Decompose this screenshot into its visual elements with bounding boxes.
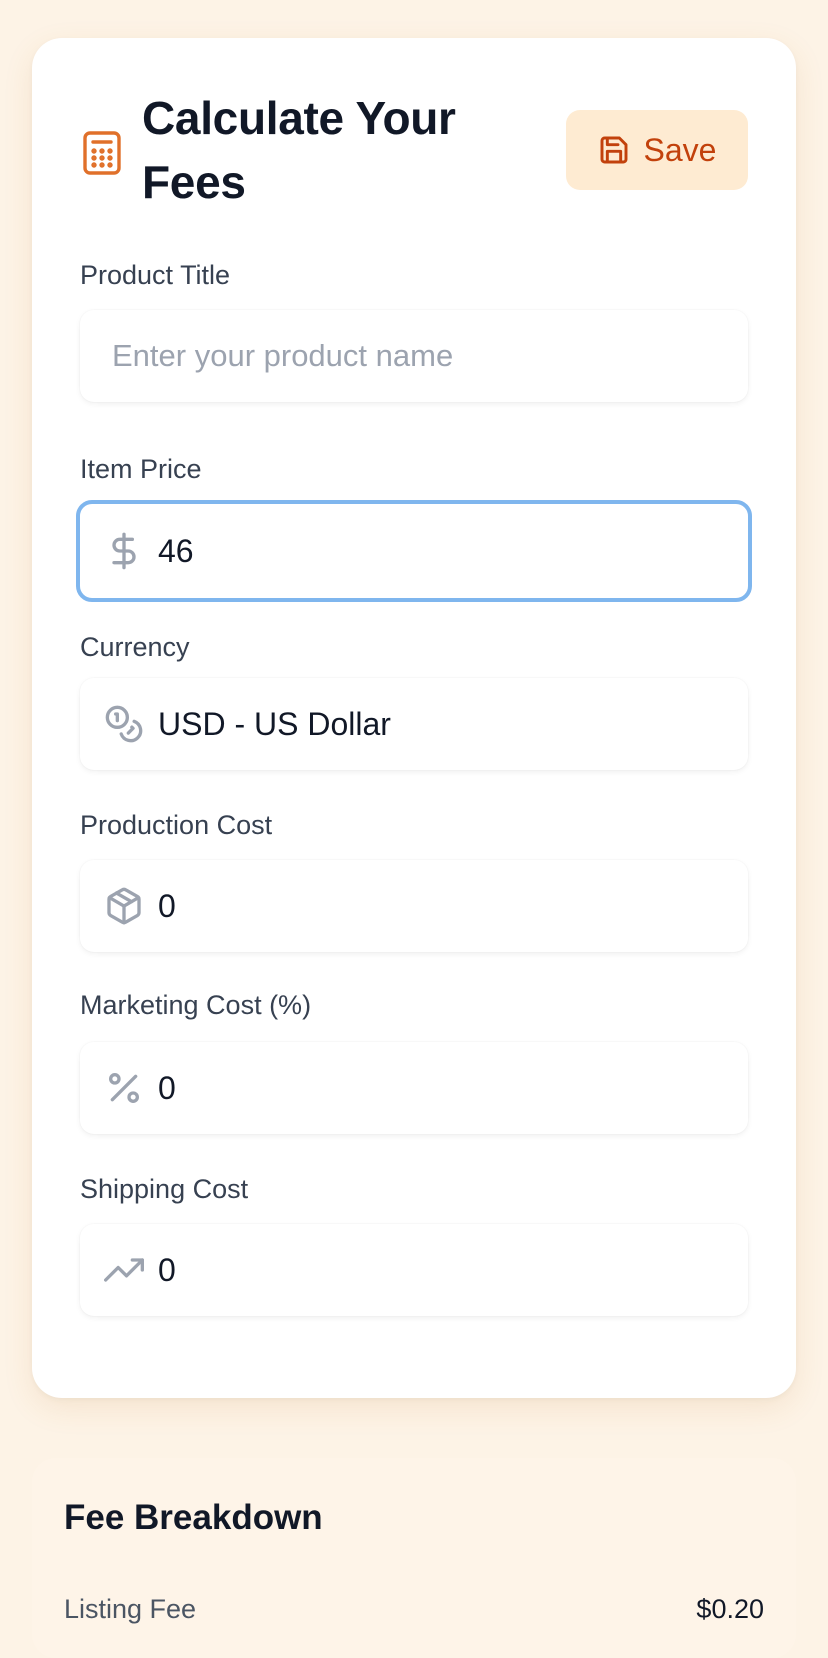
currency-select[interactable]: USD - US Dollar — [80, 678, 748, 770]
production-cost-label: Production Cost — [80, 810, 273, 840]
item-price-value: 46 — [158, 532, 194, 569]
save-icon — [600, 136, 627, 164]
shipping-cost-input[interactable]: 0 — [80, 1224, 748, 1316]
listing-fee-value: $0.20 — [696, 1594, 764, 1624]
dollar-icon — [112, 532, 136, 570]
page-title: Calculate Your Fees — [142, 92, 456, 208]
calculator-icon — [83, 131, 121, 175]
currency-value: USD - US Dollar — [158, 705, 391, 742]
currency-label: Currency — [80, 632, 190, 662]
package-icon — [107, 887, 141, 925]
card-header: Calculate Your Fees Save — [32, 38, 796, 238]
fee-calculator-card: Calculate Your Fees Save Product Title E… — [32, 38, 796, 1398]
trending-up-icon — [104, 1258, 144, 1282]
production-cost-input[interactable]: 0 — [80, 860, 748, 952]
item-price-input[interactable]: 46 — [76, 500, 752, 602]
coins-icon — [105, 705, 143, 743]
save-button-label: Save — [643, 131, 717, 168]
marketing-cost-value: 0 — [158, 1069, 176, 1106]
product-title-label: Product Title — [80, 260, 231, 290]
percent-icon — [109, 1073, 139, 1103]
shipping-cost-value: 0 — [158, 1251, 176, 1288]
product-title-placeholder: Enter your product name — [112, 338, 454, 373]
listing-fee-label: Listing Fee — [64, 1594, 197, 1624]
production-cost-value: 0 — [158, 887, 176, 924]
fee-breakdown-panel: Fee Breakdown Listing Fee $0.20 — [32, 1458, 796, 1658]
marketing-cost-input[interactable]: 0 — [80, 1042, 748, 1134]
marketing-cost-label: Marketing Cost (%) — [80, 990, 312, 1020]
shipping-cost-label: Shipping Cost — [80, 1174, 249, 1204]
save-button[interactable]: Save — [566, 110, 748, 190]
fee-breakdown-title: Fee Breakdown — [64, 1498, 323, 1537]
product-title-input[interactable]: Enter your product name — [80, 310, 748, 402]
item-price-label: Item Price — [80, 454, 202, 484]
